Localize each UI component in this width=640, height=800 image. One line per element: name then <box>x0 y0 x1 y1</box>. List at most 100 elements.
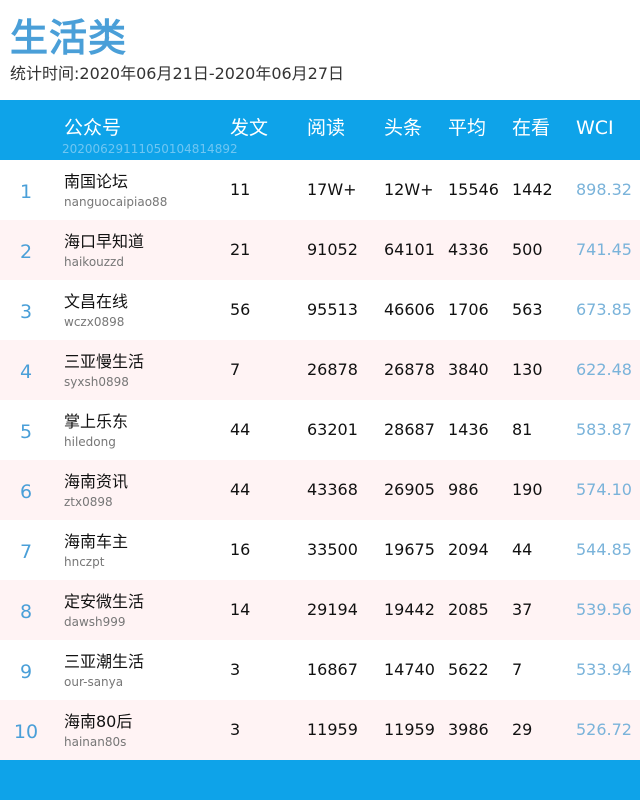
top-article-reads: 64101 <box>384 240 435 259</box>
average-reads: 3840 <box>448 360 489 379</box>
posts-count: 14 <box>230 600 251 619</box>
account-id: nanguocaipiao88 <box>64 195 168 209</box>
wci-score: 622.48 <box>576 360 632 379</box>
reads-count: 43368 <box>307 480 358 499</box>
wci-score: 526.72 <box>576 720 632 739</box>
top-article-reads: 46606 <box>384 300 435 319</box>
reads-count: 63201 <box>307 420 358 439</box>
table-row: 2 海口早知道 haikouzzd 21 91052 64101 4336 500 741.45 <box>0 220 640 280</box>
page-title: 生活类 <box>10 16 128 60</box>
looking-count: 7 <box>512 660 523 679</box>
average-reads: 986 <box>448 480 479 499</box>
account-name: 三亚潮生活 <box>64 652 145 671</box>
posts-count: 3 <box>230 720 241 739</box>
looking-count: 29 <box>512 720 533 739</box>
header-watermark: 20200629111050104814892 <box>62 142 238 156</box>
top-article-reads: 12W+ <box>384 180 434 199</box>
reads-count: 33500 <box>307 540 358 559</box>
table-row: 1 南国论坛 nanguocaipiao88 11 17W+ 12W+ 15546 1442 8… <box>0 160 640 220</box>
table-header: 公众号 发文 阅读 头条 平均 在看 WCI 20200629111050104… <box>0 100 640 160</box>
looking-count: 44 <box>512 540 533 559</box>
column-header-top: 头条 <box>384 117 423 139</box>
top-article-reads: 26905 <box>384 480 435 499</box>
account-id: dawsh999 <box>64 615 126 629</box>
table-row: 3 文昌在线 wczx0898 56 95513 46606 1706 563 673.85 <box>0 280 640 340</box>
average-reads: 15546 <box>448 180 499 199</box>
table-row: 8 定安微生活 dawsh999 14 29194 19442 2085 37 539.56 <box>0 580 640 640</box>
account-name: 掌上乐东 <box>64 412 129 431</box>
account-name: 南国论坛 <box>64 172 129 191</box>
wci-score: 673.85 <box>576 300 632 319</box>
looking-count: 563 <box>512 300 543 319</box>
account-id: haikouzzd <box>64 255 124 269</box>
wci-score: 574.10 <box>576 480 632 499</box>
top-article-reads: 28687 <box>384 420 435 439</box>
rank-number: 2 <box>19 241 33 263</box>
rank-number: 8 <box>19 601 33 623</box>
top-article-reads: 19675 <box>384 540 435 559</box>
table-row: 10 海南80后 hainan80s 3 11959 11959 3986 29 526.72 <box>0 700 640 760</box>
reads-count: 26878 <box>307 360 358 379</box>
rank-number: 6 <box>19 481 33 503</box>
wci-score: 898.32 <box>576 180 632 199</box>
posts-count: 3 <box>230 660 241 679</box>
table-row: 9 三亚潮生活 our-sanya 3 16867 14740 5622 7 533.94 <box>0 640 640 700</box>
wci-score: 539.56 <box>576 600 632 619</box>
reads-count: 17W+ <box>307 180 357 199</box>
account-id: our-sanya <box>64 675 124 689</box>
average-reads: 1706 <box>448 300 489 319</box>
average-reads: 2085 <box>448 600 489 619</box>
top-article-reads: 11959 <box>384 720 435 739</box>
top-article-reads: 26878 <box>384 360 435 379</box>
average-reads: 2094 <box>448 540 489 559</box>
account-name: 三亚慢生活 <box>64 352 145 371</box>
rank-number: 1 <box>19 181 33 203</box>
table-row: 4 三亚慢生活 syxsh0898 7 26878 26878 3840 130 622.48 <box>0 340 640 400</box>
posts-count: 16 <box>230 540 251 559</box>
account-id: hainan80s <box>64 735 127 749</box>
account-id: hnczpt <box>64 555 105 569</box>
account-id: hiledong <box>64 435 116 449</box>
posts-count: 44 <box>230 480 251 499</box>
average-reads: 1436 <box>448 420 489 439</box>
top-article-reads: 14740 <box>384 660 435 679</box>
posts-count: 44 <box>230 420 251 439</box>
account-id: ztx0898 <box>64 495 113 509</box>
account-name: 海南车主 <box>64 532 129 551</box>
account-id: syxsh0898 <box>64 375 129 389</box>
looking-count: 1442 <box>512 180 553 199</box>
posts-count: 56 <box>230 300 251 319</box>
posts-count: 7 <box>230 360 241 379</box>
top-article-reads: 19442 <box>384 600 435 619</box>
reads-count: 91052 <box>307 240 358 259</box>
posts-count: 11 <box>230 180 251 199</box>
rank-number: 4 <box>19 361 33 383</box>
column-header-posts: 发文 <box>230 117 269 139</box>
looking-count: 37 <box>512 600 533 619</box>
rank-number: 5 <box>19 421 33 443</box>
account-name: 海南80后 <box>64 712 133 731</box>
wci-score: 544.85 <box>576 540 632 559</box>
rank-number: 9 <box>19 661 33 683</box>
looking-count: 81 <box>512 420 533 439</box>
account-name: 海口早知道 <box>64 232 145 251</box>
footer-bar <box>0 760 640 800</box>
rank-number: 7 <box>19 541 33 563</box>
average-reads: 4336 <box>448 240 489 259</box>
ranking-table: 1 南国论坛 nanguocaipiao88 11 17W+ 12W+ 15546 1442 8… <box>0 160 640 760</box>
looking-count: 500 <box>512 240 543 259</box>
reads-count: 16867 <box>307 660 358 679</box>
wci-score: 583.87 <box>576 420 632 439</box>
rank-number: 3 <box>19 301 33 323</box>
column-header-account: 公众号 <box>64 117 122 139</box>
account-name: 文昌在线 <box>64 292 129 311</box>
rank-number: 10 <box>13 721 39 743</box>
reads-count: 11959 <box>307 720 358 739</box>
average-reads: 3986 <box>448 720 489 739</box>
wci-score: 741.45 <box>576 240 632 259</box>
column-header-looking: 在看 <box>512 117 551 139</box>
column-header-wci: WCI <box>576 117 614 139</box>
reads-count: 29194 <box>307 600 358 619</box>
looking-count: 130 <box>512 360 543 379</box>
wci-score: 533.94 <box>576 660 632 679</box>
